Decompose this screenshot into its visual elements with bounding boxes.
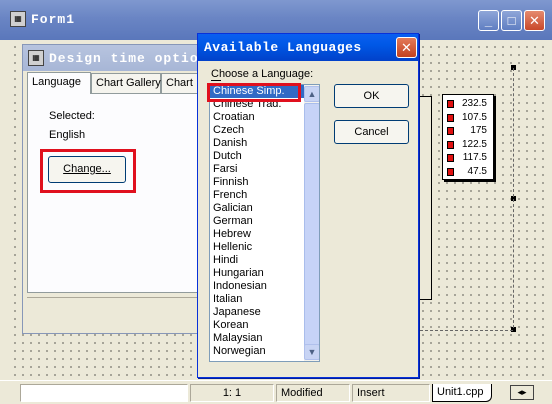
maximize-button[interactable]: □ [501,10,522,31]
form1-title: Form1 [31,12,76,27]
highlight-box [207,83,301,102]
dialog-title: Available Languages [204,40,362,55]
legend-value: 117.5 [462,152,487,163]
design-options-title-bar[interactable]: ▦ Design time options [23,45,215,71]
language-list: Chinese Simp. Chinese Trad. Croatian Cze… [210,85,319,358]
list-item[interactable]: Korean [210,319,319,332]
legend-swatch [447,100,454,108]
language-tab-panel: Selected: English Change... [27,93,203,293]
list-item[interactable]: Hellenic [210,241,319,254]
legend-swatch [447,140,454,149]
list-item[interactable]: Norwegian [210,345,319,358]
change-button[interactable]: Change... [48,156,126,183]
scroll-thumb[interactable] [304,103,319,351]
dialog-title-bar[interactable]: Available Languages ✕ [198,34,418,61]
selected-label: Selected: [49,110,95,122]
list-item[interactable]: French [210,189,319,202]
list-item[interactable]: Indonesian [210,280,319,293]
design-time-options-window: ▦ Design time options Language Chart Gal… [22,44,215,334]
list-item[interactable]: Hindi [210,254,319,267]
ok-button[interactable]: OK [334,84,409,108]
accelerator-underline [211,80,221,81]
legend-swatch [447,154,454,162]
legend-item: 232.5 [443,97,493,111]
legend-value: 175 [470,125,487,136]
tab-chart-gallery[interactable]: Chart Gallery [91,73,161,93]
modified-indicator: Modified [276,384,350,402]
scroll-down-icon[interactable]: ▼ [304,344,319,360]
legend-value: 232.5 [461,98,487,109]
list-item[interactable]: Malaysian [210,332,319,345]
selected-language-value: English [49,129,86,141]
list-item[interactable]: Hungarian [210,267,319,280]
listbox-scrollbar[interactable]: ▲ ▼ [304,85,319,361]
legend-swatch [447,113,454,122]
list-item[interactable]: Finnish [210,176,319,189]
list-item[interactable]: Czech [210,124,319,137]
divider [27,297,203,298]
legend-item: 117.5 [443,151,493,165]
tab-scroll-icon[interactable]: ◂▸ [510,385,534,400]
choose-language-label: Choose a Language: [211,68,314,80]
file-tab[interactable]: Unit1.cpp [432,384,492,402]
legend-value: 107.5 [461,111,487,123]
language-listbox[interactable]: Chinese Simp. Chinese Trad. Croatian Cze… [209,84,320,362]
design-options-title: Design time options [49,51,217,66]
available-languages-dialog: Available Languages ✕ Choose a Language:… [197,33,419,378]
list-item[interactable]: Japanese [210,306,319,319]
close-button[interactable]: ✕ [524,10,545,31]
window-icon: ▦ [28,50,44,66]
selection-border [420,330,513,331]
legend-value: 122.5 [461,138,487,150]
legend-item: 107.5 [443,111,493,125]
list-item[interactable]: German [210,215,319,228]
list-item[interactable]: Farsi [210,163,319,176]
selection-border [513,68,514,328]
status-bar: 1: 1 Modified Insert Unit1.cpp ◂▸ [0,380,552,404]
legend-item: 175 [443,124,493,138]
insert-mode-indicator: Insert [352,384,430,402]
legend-item: 122.5 [443,138,493,152]
list-item[interactable]: Galician [210,202,319,215]
cursor-position: 1: 1 [190,384,274,402]
legend-swatch [447,127,454,135]
list-item[interactable]: Dutch [210,150,319,163]
legend-value: 47.5 [467,165,487,177]
tab-language[interactable]: Language [27,72,91,94]
dialog-close-button[interactable]: ✕ [396,37,417,58]
legend-swatch [447,167,454,176]
list-item[interactable]: Croatian [210,111,319,124]
chart-frame[interactable] [420,96,432,300]
legend-item: 47.5 [443,165,493,179]
list-item[interactable]: Italian [210,293,319,306]
cancel-button[interactable]: Cancel [334,120,409,144]
form-icon: ▦ [10,11,26,27]
scroll-up-icon[interactable]: ▲ [304,86,319,102]
minimize-button[interactable]: _ [478,10,499,31]
list-item[interactable]: Danish [210,137,319,150]
list-item[interactable]: Hebrew [210,228,319,241]
status-message-field [20,384,188,402]
chart-legend: 232.5 107.5 175 122.5 117.5 47.5 [442,94,494,180]
